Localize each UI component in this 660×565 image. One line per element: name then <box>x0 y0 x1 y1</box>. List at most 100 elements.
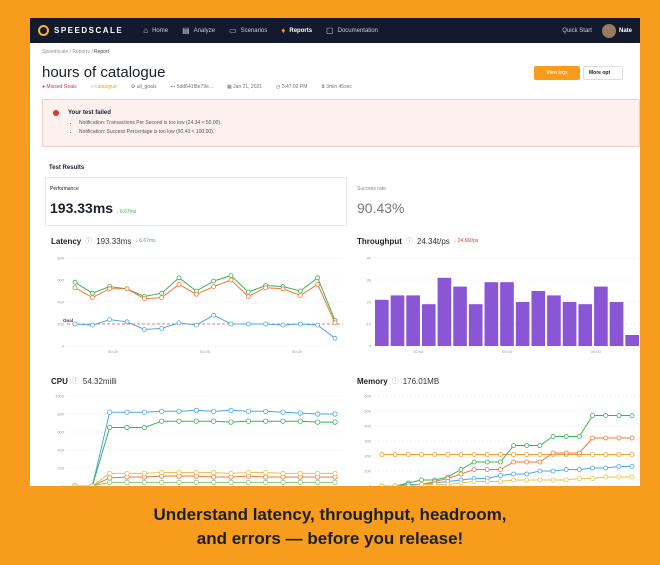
throughput-bar <box>390 295 405 346</box>
brand[interactable]: SPEEDSCALE <box>38 25 123 36</box>
speedscale-logo-icon <box>38 25 49 36</box>
x-tick-label: 00:00 <box>108 349 119 354</box>
memory-data-point <box>616 452 622 457</box>
memory-data-point <box>603 474 609 480</box>
info-icon[interactable]: ⓘ <box>406 236 413 246</box>
throughput-bar <box>375 299 389 346</box>
memory-data-point <box>616 474 622 480</box>
latency-data-point <box>211 278 217 284</box>
user-name[interactable]: Nate <box>619 28 632 34</box>
nav-documentation[interactable]: ▢ Documentation <box>326 26 378 35</box>
latency-title-text: Latency <box>51 236 82 246</box>
cpu-data-point <box>315 419 321 425</box>
y-tick-label: 600 <box>57 278 64 283</box>
service-tag[interactable]: ○ catalogue <box>91 84 124 90</box>
cpu-data-point <box>124 470 130 477</box>
cpu-data-point <box>280 479 286 486</box>
memory-data-point <box>616 413 622 418</box>
memory-value: 176.01MB <box>402 376 440 386</box>
cpu-data-point <box>332 470 338 477</box>
memory-data-point <box>471 452 477 457</box>
memory-data-point <box>524 459 530 465</box>
y-tick-label: 400 <box>57 448 64 453</box>
success-rate-label: Success rate <box>357 186 386 192</box>
info-icon[interactable]: ⓘ <box>85 236 92 246</box>
quick-start-link[interactable]: Quick Start <box>562 28 592 34</box>
report-time: ◷ 3:47:02 PM <box>276 84 308 90</box>
memory-data-point <box>392 483 398 486</box>
latency-data-point <box>228 273 234 279</box>
latency-data-point <box>107 286 113 292</box>
y-tick-label: 30 <box>367 278 372 283</box>
latency-title: Latency ⓘ 193.33ms ↓ 6.67ms <box>51 236 156 246</box>
more-options-label: More opt <box>589 70 611 76</box>
memory-data-point <box>616 464 622 469</box>
cpu-data-point <box>211 408 217 414</box>
latency-data-point <box>228 321 234 327</box>
status-badge: ● Missed Goals <box>42 84 77 90</box>
cpu-data-point <box>245 479 251 486</box>
memory-data-point <box>603 465 609 471</box>
view-logs-button[interactable]: View logs <box>534 66 580 80</box>
error-icon <box>53 110 59 116</box>
more-options-button[interactable]: More opt <box>583 66 623 80</box>
throughput-value: 24.34t/ps <box>416 236 450 246</box>
nav-analyze[interactable]: ▤ Analyze <box>182 26 215 35</box>
cpu-data-point <box>159 469 165 476</box>
memory-chart: 600 500 400 300 200 100 0 <box>364 394 640 486</box>
throughput-title-text: Throughput <box>357 236 402 246</box>
cpu-data-point <box>141 409 147 415</box>
memory-data-point <box>537 459 543 465</box>
cpu-data-point <box>107 475 113 481</box>
info-icon[interactable]: ⓘ <box>72 376 79 386</box>
cpu-data-point <box>193 407 199 413</box>
latency-data-point <box>315 322 321 328</box>
y-tick-label: 600 <box>57 430 64 435</box>
breadcrumb-reports[interactable]: Reports <box>72 49 90 55</box>
info-icon[interactable]: ⓘ <box>392 376 399 386</box>
breadcrumb-sep: / <box>69 49 71 55</box>
success-rate-card[interactable]: Success rate 90.43% <box>352 177 640 226</box>
latency-data-point <box>332 320 338 326</box>
latency-series-line <box>74 314 336 339</box>
throughput-chart: 40 30 20 10 0 00:00 00:00 00:00 <box>367 256 640 354</box>
latency-data-point <box>297 321 303 327</box>
nav-scenarios-label: Scenarios <box>240 27 268 34</box>
avatar[interactable] <box>601 23 616 38</box>
y-tick-label: 400 <box>364 424 371 429</box>
y-tick-label: 0 <box>62 344 65 349</box>
latency-chart: 800600400200000:00 00:00 00:00Goal <box>57 256 343 354</box>
breadcrumb-report: Report <box>94 49 110 55</box>
goal-label: Goal <box>63 318 73 323</box>
cpu-data-point <box>176 479 182 486</box>
cpu-data-point <box>280 409 286 415</box>
report-duration-text: 3min 45sec <box>326 84 352 90</box>
breadcrumb-speedscale[interactable]: Speedscale <box>42 49 68 55</box>
memory-data-point <box>590 435 595 441</box>
performance-card[interactable]: Performance 193.33ms ↓ 6.67ms <box>45 177 347 226</box>
latency-data-point <box>124 286 130 292</box>
cpu-data-point <box>159 418 165 424</box>
throughput-bar <box>578 304 593 346</box>
breadcrumb: Speedscale / Reports / Report <box>30 43 640 55</box>
cpu-data-point <box>332 411 338 417</box>
cpu-data-point <box>124 424 130 431</box>
latency-data-point <box>280 322 286 328</box>
cpu-series-line <box>75 475 335 486</box>
nav-reports[interactable]: ♦ Reports <box>281 26 312 35</box>
cpu-title-text: CPU <box>51 376 68 386</box>
nav-scenarios[interactable]: ▭ Scenarios <box>229 26 267 35</box>
y-tick-label: 10 <box>367 322 372 327</box>
cpu-data-point <box>176 469 182 476</box>
latency-data-point <box>72 285 78 291</box>
memory-data-point <box>576 476 582 481</box>
throughput-bar <box>562 302 577 346</box>
y-tick-label: 400 <box>57 300 64 305</box>
memory-data-point <box>629 435 635 441</box>
cpu-data-point <box>159 479 165 486</box>
brand-name: SPEEDSCALE <box>54 26 124 35</box>
nav-home[interactable]: ⌂ Home <box>143 26 168 35</box>
latency-series-line <box>74 275 336 321</box>
memory-data-point <box>616 435 622 441</box>
memory-data-point <box>419 477 424 483</box>
